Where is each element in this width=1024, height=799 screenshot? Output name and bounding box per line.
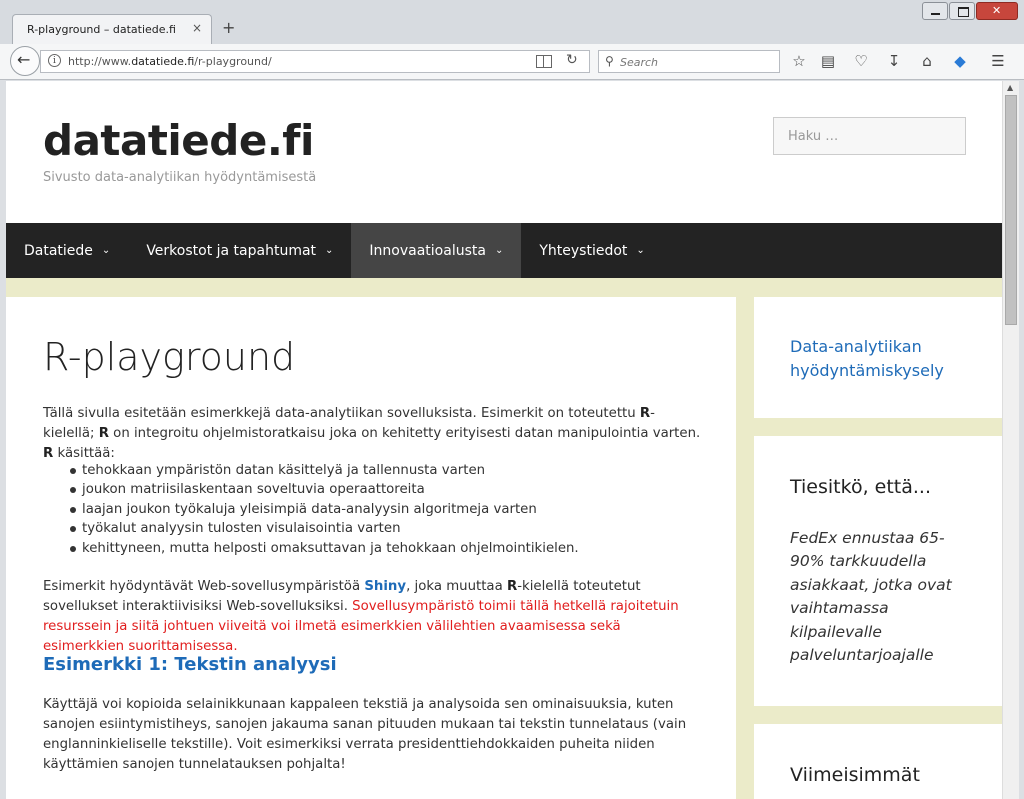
did-you-know-heading: Tiesitkö, että... bbox=[790, 476, 931, 498]
list-item: kehittyneen, mutta helposti omaksuttavan… bbox=[43, 539, 703, 558]
search-icon: ⚲ bbox=[605, 54, 614, 68]
url-bar[interactable]: i http://www.datatiede.fi/r-playground/ … bbox=[40, 50, 590, 73]
new-tab-button[interactable]: + bbox=[222, 18, 235, 37]
nav-label: Innovaatioalusta bbox=[369, 242, 486, 259]
sidebar-recent-widget: Viimeisimmät bbox=[754, 724, 1002, 799]
download-icon[interactable]: ↧ bbox=[884, 51, 904, 71]
nav-label: Yhteystiedot bbox=[539, 242, 628, 259]
main-navigation: Datatiede ⌄ Verkostot ja tapahtumat ⌄ Inno… bbox=[6, 223, 1002, 278]
sidebar-survey-widget: Data-analytiikan hyödyntämiskysely bbox=[754, 297, 1002, 418]
chevron-down-icon: ⌄ bbox=[636, 245, 645, 256]
nav-item-datatiede[interactable]: Datatiede ⌄ bbox=[6, 223, 128, 278]
back-button[interactable]: ← bbox=[10, 46, 40, 76]
nav-item-verkostot[interactable]: Verkostot ja tapahtumat ⌄ bbox=[128, 223, 351, 278]
page-title: R-playground bbox=[43, 335, 296, 379]
site-header: datatiede.fi Sivusto data-analytiikan hy… bbox=[6, 81, 1002, 223]
reload-icon[interactable]: ↻ bbox=[566, 52, 578, 68]
browser-tab[interactable]: R-playground – datatiede.fi × bbox=[12, 14, 212, 45]
browser-navbar: ← i http://www.datatiede.fi/r-playground… bbox=[0, 44, 1024, 80]
close-window-icon[interactable] bbox=[976, 2, 1018, 20]
nav-item-innovaatioalusta[interactable]: Innovaatioalusta ⌄ bbox=[351, 223, 522, 278]
site-search-input[interactable]: Haku … bbox=[773, 117, 966, 155]
nav-label: Datatiede bbox=[24, 242, 93, 259]
chevron-down-icon: ⌄ bbox=[494, 245, 504, 256]
features-list: tehokkaan ympäristön datan käsittelyä ja… bbox=[43, 461, 703, 558]
main-content: R-playground Tällä sivulla esitetään esi… bbox=[6, 297, 736, 799]
survey-link[interactable]: Data-analytiikan hyödyntämiskysely bbox=[790, 335, 970, 382]
tab-close-icon[interactable]: × bbox=[192, 21, 202, 35]
did-you-know-text: FedEx ennustaa 65-90% tarkkuudella asiak… bbox=[790, 529, 952, 665]
sidebar-did-you-know-widget: Tiesitkö, että... FedEx ennustaa 65-90% … bbox=[754, 436, 1002, 706]
example-1-heading: Esimerkki 1: Tekstin analyysi bbox=[43, 654, 337, 675]
url-text: http://www.datatiede.fi/r-playground/ bbox=[68, 55, 272, 68]
chevron-down-icon: ⌄ bbox=[101, 245, 111, 256]
site-search-placeholder: Haku … bbox=[788, 129, 839, 144]
reader-view-icon[interactable] bbox=[536, 55, 552, 68]
back-arrow-icon: ← bbox=[17, 50, 31, 69]
list-item: joukon matriisilaskentaan soveltuvia ope… bbox=[43, 480, 703, 499]
nav-item-yhteystiedot[interactable]: Yhteystiedot ⌄ bbox=[521, 223, 662, 278]
tab-title: R-playground – datatiede.fi bbox=[27, 23, 176, 36]
site-info-icon[interactable]: i bbox=[48, 54, 61, 67]
search-placeholder: Search bbox=[620, 56, 659, 69]
shiny-link[interactable]: Shiny bbox=[364, 579, 406, 594]
bookmarks-list-icon[interactable]: ▤ bbox=[818, 51, 838, 71]
page-viewport: datatiede.fi Sivusto data-analytiikan hy… bbox=[6, 81, 1002, 799]
intro-paragraph: Tällä sivulla esitetään esimerkkejä data… bbox=[43, 406, 701, 461]
home-icon[interactable]: ⌂ bbox=[917, 51, 937, 71]
list-item: tehokkaan ympäristön datan käsittelyä ja… bbox=[43, 461, 703, 480]
example-1-description: Käyttäjä voi kopioida selainikkunaan kap… bbox=[43, 697, 687, 772]
window-controls bbox=[921, 2, 1018, 20]
site-title[interactable]: datatiede.fi bbox=[43, 116, 314, 165]
list-item: työkalut analyysin tulosten visulaisoint… bbox=[43, 519, 703, 538]
scrollbar-thumb[interactable] bbox=[1005, 95, 1017, 325]
pocket-icon[interactable]: ♡ bbox=[851, 51, 871, 71]
menu-icon[interactable]: ☰ bbox=[988, 51, 1008, 71]
browser-titlebar: R-playground – datatiede.fi × + bbox=[0, 0, 1024, 45]
scroll-up-icon[interactable]: ▲ bbox=[1007, 83, 1013, 92]
minimize-icon[interactable] bbox=[922, 2, 948, 20]
nav-label: Verkostot ja tapahtumat bbox=[146, 242, 317, 259]
list-item: laajan joukon työkaluja yleisimpiä data-… bbox=[43, 500, 703, 519]
shiny-paragraph: Esimerkit hyödyntävät Web-sovellusympäri… bbox=[43, 579, 679, 654]
maximize-icon[interactable] bbox=[949, 2, 975, 20]
recent-posts-heading: Viimeisimmät bbox=[790, 764, 920, 786]
site-description: Sivusto data-analytiikan hyödyntämisestä bbox=[43, 170, 317, 185]
bookmark-star-icon[interactable]: ☆ bbox=[789, 51, 809, 71]
browser-search-input[interactable]: ⚲ Search bbox=[598, 50, 780, 73]
extension-icon[interactable]: ◆ bbox=[950, 51, 970, 71]
chevron-down-icon: ⌄ bbox=[325, 245, 334, 256]
page-scrollbar[interactable]: ▲ bbox=[1002, 81, 1019, 799]
